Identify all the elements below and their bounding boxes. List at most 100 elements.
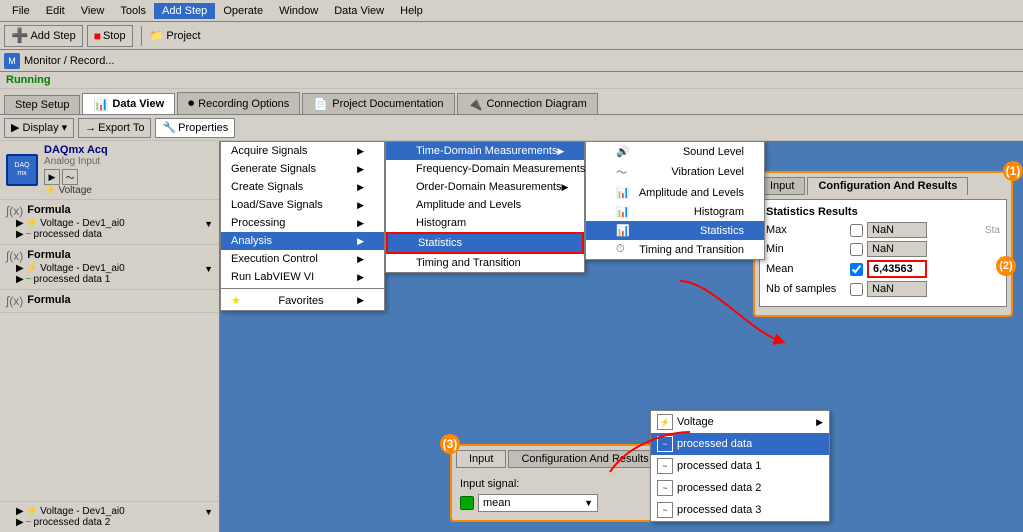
menu-edit[interactable]: Edit (38, 3, 73, 19)
submenu-timing2[interactable]: ⏱ Timing and Transition (586, 240, 764, 259)
stats-min-row: Min NaN (766, 241, 1000, 257)
tab-projectdoc-label: Project Documentation (332, 98, 443, 110)
menu-operate[interactable]: Operate (215, 3, 271, 19)
bottom-ch2: ▶~ processed data 2 (16, 517, 213, 528)
tab-stepsetup-label: Step Setup (15, 99, 69, 111)
panel-2-badge: (2) (996, 256, 1016, 276)
signal-list: ⚡ Voltage ▶ ~ processed data ~ processed… (650, 410, 830, 522)
menu-tools[interactable]: Tools (112, 3, 154, 19)
stats-max-check[interactable] (850, 224, 863, 237)
menu-execution[interactable]: Execution Control ▶ (221, 250, 384, 268)
stats-section-title: Statistics Results (766, 206, 1000, 218)
play-btn[interactable]: ▶ (44, 169, 60, 185)
processed2-icon: ~ (657, 480, 673, 496)
monitor-label: Monitor / Record... (24, 55, 114, 67)
project-bar: M Monitor / Record... (0, 50, 1023, 72)
formula-2-ch2: ▶~ processed data 1 (16, 274, 213, 285)
orderdomain-arrow: ▶ (562, 182, 569, 193)
formula-3[interactable]: ∫(x) Formula (0, 290, 219, 313)
input-tab-input[interactable]: Input (456, 450, 506, 468)
tab-connectiondiagram[interactable]: 🔌 Connection Diagram (457, 93, 598, 114)
menu-addstep[interactable]: Add Step (154, 3, 215, 19)
input-tab-config[interactable]: Configuration And Results (508, 450, 661, 468)
menu-create[interactable]: Create Signals ▶ (221, 178, 384, 196)
properties-label: Properties (178, 122, 228, 134)
signal-processed-data[interactable]: ~ processed data (651, 433, 829, 455)
formula-1-ch1: ▶⚡ Voltage - Dev1_ai0 ▼ (16, 218, 213, 229)
signal-dropdown-btn[interactable]: mean ▼ (478, 494, 598, 512)
stats-tab-config[interactable]: Configuration And Results (807, 177, 968, 195)
submenu-histogram[interactable]: Histogram (386, 214, 584, 232)
menu-help[interactable]: Help (392, 3, 431, 19)
stats-mean-check[interactable] (850, 263, 863, 276)
submenu-freqdomain[interactable]: Frequency-Domain Measurements ▶ (386, 160, 584, 178)
submenu-amplitudelevels[interactable]: 📊 Amplitude and Levels (586, 183, 764, 202)
bottom-ch: ▶⚡ Voltage - Dev1_ai0 ▼ (16, 506, 213, 517)
addstep-dropdown: Acquire Signals ▶ Generate Signals ▶ Cre… (220, 141, 385, 311)
properties-icon: 🔧 (162, 121, 176, 134)
menu-dataview[interactable]: Data View (326, 3, 392, 19)
stop-icon: ■ (94, 29, 101, 43)
analysis-submenu: Time-Domain Measurements ▶ Frequency-Dom… (385, 141, 585, 273)
display-dropdown-btn[interactable]: ▶ Display ▾ (4, 118, 74, 138)
menu-generate[interactable]: Generate Signals ▶ (221, 160, 384, 178)
properties-btn[interactable]: 🔧 Properties (155, 118, 235, 138)
signal-processed-data-3[interactable]: ~ processed data 3 (651, 499, 829, 521)
menu-file[interactable]: File (4, 3, 38, 19)
formula-1[interactable]: ∫(x) Formula ▶⚡ Voltage - Dev1_ai0 ▼ ▶~ … (0, 200, 219, 245)
menu-favorites[interactable]: ★ Favorites ▶ (221, 291, 384, 310)
add-step-button[interactable]: ➕ Add Step (4, 25, 83, 47)
submenu-histogram2[interactable]: 📊 Histogram (586, 202, 764, 221)
submenu-soundlevel[interactable]: 🔊 Sound Level (586, 142, 764, 161)
tab-projectdoc[interactable]: 📄 Project Documentation (302, 93, 454, 114)
voltage-arrow: ▶ (816, 417, 823, 428)
submenu-timedomain[interactable]: Time-Domain Measurements ▶ (386, 142, 584, 160)
menu-acquire[interactable]: Acquire Signals ▶ (221, 142, 384, 160)
submenu-stats2[interactable]: 📊 Statistics (586, 221, 764, 240)
daqmx-step-name: DAQmx Acq (44, 144, 213, 156)
signal-voltage[interactable]: ⚡ Voltage ▶ (651, 411, 829, 433)
secondary-toolbar: ▶ Display ▾ → Export To 🔧 Properties (0, 115, 1023, 141)
project-label: 📁 Project (150, 29, 201, 42)
signal-processed-data-2[interactable]: ~ processed data 2 (651, 477, 829, 499)
menu-loadsave[interactable]: Load/Save Signals ▶ (221, 196, 384, 214)
menu-window[interactable]: Window (271, 3, 326, 19)
stats-nbsamples-row: Nb of samples NaN (766, 281, 1000, 297)
stats-tab-input[interactable]: Input (759, 177, 805, 195)
dropdown-arrow: ▼ (584, 498, 593, 508)
menu-runlabview[interactable]: Run LabVIEW VI ▶ (221, 268, 384, 286)
stop-button[interactable]: ■ Stop (87, 25, 133, 47)
submenu-orderdomain[interactable]: Order-Domain Measurements ▶ (386, 178, 584, 196)
stats-nbsamples-label: Nb of samples (766, 283, 846, 295)
execution-arrow: ▶ (357, 254, 364, 265)
tab-recordingoptions[interactable]: ⏺ Recording Options (177, 92, 300, 114)
acquire-arrow: ▶ (357, 146, 364, 157)
loadsave-arrow: ▶ (357, 200, 364, 211)
waveform-area: 6,9 6,85 6,8 6,75 6,7 6,65 tude Acquire … (220, 141, 1023, 532)
daqmx-step-item[interactable]: DAQmx DAQmx Acq Analog Input ▶ 〜 ⚡ Volta… (0, 141, 219, 200)
submenu-amplitude[interactable]: Amplitude and Levels (386, 196, 584, 214)
stats-min-label: Min (766, 243, 846, 255)
processed-icon: ~ (657, 436, 673, 452)
monitor-icon: M (4, 53, 20, 69)
daqmx-step-subtitle: Analog Input (44, 156, 213, 167)
daqmx-step-info: DAQmx Acq Analog Input ▶ 〜 ⚡ Voltage (44, 144, 213, 196)
stats-nbsamples-check[interactable] (850, 283, 863, 296)
menu-analysis[interactable]: Analysis ▶ (221, 232, 384, 250)
tab-dataview[interactable]: 📊 Data View (82, 93, 175, 114)
submenu-statistics[interactable]: Statistics (386, 232, 584, 254)
menu-processing[interactable]: Processing ▶ (221, 214, 384, 232)
export-to-btn[interactable]: → Export To (78, 118, 151, 138)
daqmx-controls: ▶ 〜 (44, 169, 213, 185)
formula-2[interactable]: ∫(x) Formula ▶⚡ Voltage - Dev1_ai0 ▼ ▶~ … (0, 245, 219, 290)
stats-min-check[interactable] (850, 243, 863, 256)
wave-btn[interactable]: 〜 (62, 169, 78, 185)
tab-stepsetup[interactable]: Step Setup (4, 95, 80, 114)
left-panel: DAQmx DAQmx Acq Analog Input ▶ 〜 ⚡ Volta… (0, 141, 220, 532)
signal-processed-data-1[interactable]: ~ processed data 1 (651, 455, 829, 477)
stats-right-spacer: Sta (985, 225, 1000, 236)
formula-2-ch1: ▶⚡ Voltage - Dev1_ai0 ▼ (16, 263, 213, 274)
submenu-timing[interactable]: Timing and Transition (386, 254, 584, 272)
menu-view[interactable]: View (73, 3, 113, 19)
submenu-vibration[interactable]: 〜 Vibration Level (586, 161, 764, 183)
